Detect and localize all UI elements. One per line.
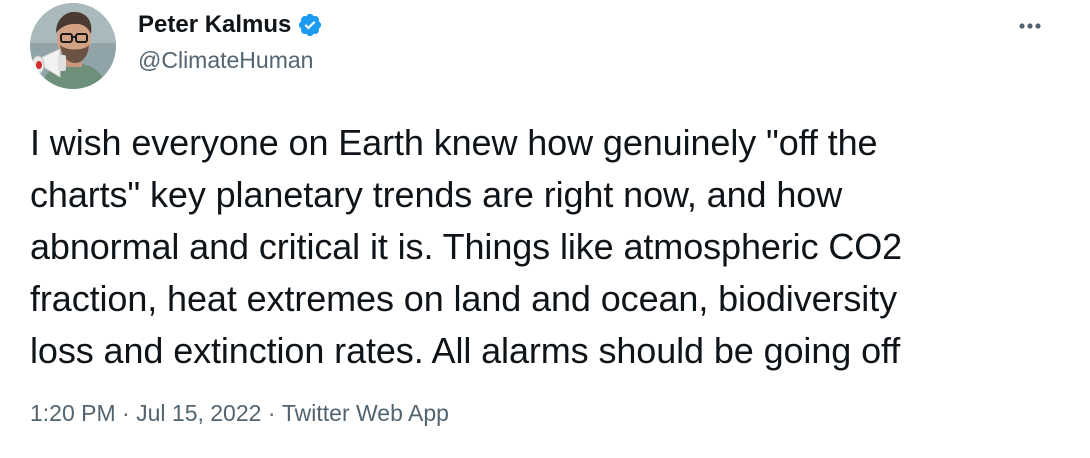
tweet-date[interactable]: Jul 15, 2022 [136,398,261,428]
author-name-row[interactable]: Peter Kalmus [138,10,323,40]
tweet-text: I wish everyone on Earth knew how genuin… [30,122,903,371]
author-name[interactable]: Peter Kalmus [138,10,291,40]
meta-separator: · [261,400,282,426]
author-avatar[interactable] [30,3,116,89]
tweet-source[interactable]: Twitter Web App [282,398,449,428]
tweet-metadata: 1:20 PM · Jul 15, 2022 · Twitter Web App [30,398,449,428]
tweet-card: Peter Kalmus @ClimateHuman I wish everyo… [0,0,1090,458]
more-options-icon[interactable] [1014,10,1046,42]
verified-badge-icon [297,12,323,38]
author-handle[interactable]: @ClimateHuman [138,46,313,74]
avatar-image [30,3,116,89]
tweet-time[interactable]: 1:20 PM [30,398,116,428]
meta-separator: · [115,400,137,426]
